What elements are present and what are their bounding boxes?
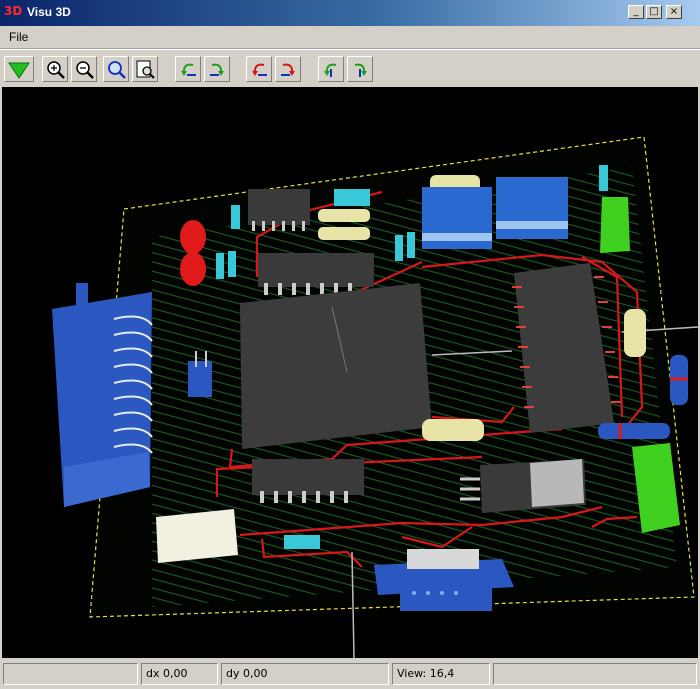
status-view-zoom: View: 16,4 <box>392 663 490 685</box>
rotate-y-cw-icon <box>281 63 295 76</box>
rotate-y-cw-button[interactable] <box>275 56 301 82</box>
ic-dip-top <box>258 253 374 287</box>
resistor <box>422 419 484 441</box>
green-down-arrow-icon <box>8 62 30 79</box>
resistor <box>318 227 370 240</box>
maximize-button[interactable]: □ <box>646 5 662 19</box>
cyan-capacitor <box>334 189 370 206</box>
blue-resistor <box>598 423 670 439</box>
rotate-x-cw-icon <box>210 63 224 76</box>
status-pane-5 <box>493 663 697 685</box>
minimize-button[interactable]: _ <box>628 5 644 19</box>
status-pane-1 <box>3 663 138 685</box>
maximize-icon: □ <box>649 6 659 17</box>
rotate-x-cw-button[interactable] <box>204 56 230 82</box>
qfp-main-chip <box>240 283 432 449</box>
green-down-arrow-button[interactable] <box>4 56 34 82</box>
rotate-x-ccw-button[interactable] <box>175 56 201 82</box>
close-icon: × <box>669 6 679 17</box>
rotate-z-ccw-icon <box>324 63 337 77</box>
rotate-y-ccw-icon <box>252 63 267 76</box>
rotate-z-cw-icon <box>354 63 367 77</box>
zoom-fit-icon <box>108 61 126 79</box>
jumper-header <box>188 361 212 397</box>
resistor <box>318 209 370 222</box>
visu3d-window: 3D Visu 3D _ □ × File dx 0,00 dy 0,00 Vi… <box>0 0 700 689</box>
white-block-component <box>156 509 238 563</box>
minimize-icon: _ <box>633 6 639 17</box>
toolbar <box>0 49 700 88</box>
ic-dip-bottom <box>252 459 364 495</box>
menu-file[interactable]: File <box>9 30 28 44</box>
app-3d-icon: 3D <box>4 4 23 18</box>
zoom-page-button[interactable] <box>132 56 158 82</box>
red-led <box>180 252 206 286</box>
zoom-out-button[interactable] <box>71 56 97 82</box>
blue-relay <box>496 177 568 239</box>
zoom-in-button[interactable] <box>42 56 68 82</box>
window-title: Visu 3D <box>27 5 71 19</box>
rotate-z-ccw-button[interactable] <box>318 56 344 82</box>
resistor <box>624 309 646 357</box>
status-dx: dx 0,00 <box>141 663 218 685</box>
3d-viewport[interactable] <box>2 87 698 658</box>
zoom-out-icon <box>76 61 94 79</box>
zoom-fit-button[interactable] <box>103 56 129 82</box>
title-bar[interactable]: 3D Visu 3D _ □ × <box>0 0 700 26</box>
rotate-x-ccw-icon <box>181 63 196 76</box>
cyan-capacitor <box>284 535 320 549</box>
red-led <box>180 220 206 254</box>
zoom-page-icon <box>136 60 155 79</box>
close-button[interactable]: × <box>666 5 682 19</box>
status-bar: dx 0,00 dy 0,00 View: 16,4 <box>0 659 700 689</box>
menu-bar: File <box>0 26 700 49</box>
rotate-z-cw-button[interactable] <box>347 56 373 82</box>
pcb-3d-render <box>52 136 698 658</box>
rotate-y-ccw-button[interactable] <box>246 56 272 82</box>
status-dy: dy 0,00 <box>221 663 389 685</box>
green-component <box>600 197 630 253</box>
ic-small-top <box>248 189 310 225</box>
zoom-in-icon <box>47 61 65 79</box>
